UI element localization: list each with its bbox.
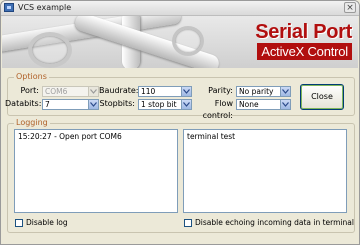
parity-select[interactable]: No parity (236, 86, 291, 97)
banner-logo: Serial Port ActiveX Control (2, 16, 358, 68)
baudrate-select[interactable]: 110 (138, 86, 192, 97)
window-title: VCS example (18, 3, 72, 12)
disable-echo-label: Disable echoing incoming data in termina… (195, 218, 354, 227)
disable-log-checkbox[interactable] (15, 219, 23, 227)
flow-control-value: None (239, 100, 259, 109)
flow-control-select[interactable]: None (236, 99, 291, 110)
databits-label: Databits: (5, 99, 42, 108)
chevron-down-icon (280, 100, 290, 109)
logo-title: Serial Port (255, 21, 352, 43)
stopbits-value: 1 stop bit (141, 100, 177, 109)
chevron-down-icon (181, 87, 191, 96)
port-label: Port: (20, 86, 39, 95)
flow-control-label: Flow control: (202, 99, 233, 120)
parity-value: No parity (239, 87, 274, 96)
port-value: COM6 (45, 87, 68, 96)
disable-log-label: Disable log (26, 218, 68, 227)
chevron-down-icon (280, 87, 290, 96)
chevron-down-icon (88, 87, 98, 96)
disable-echo-checkbox[interactable] (184, 219, 192, 227)
port-select[interactable]: COM6 (42, 86, 99, 97)
window-close-button[interactable]: × (344, 2, 356, 13)
parity-label: Parity: (208, 86, 233, 95)
stopbits-label: Stopbits: (99, 99, 136, 108)
logging-legend: Logging (14, 118, 50, 128)
databits-value: 7 (45, 100, 50, 109)
baudrate-label: Baudrate: (99, 86, 139, 95)
main-window: VCS example × Serial Port ActiveX Contro… (0, 0, 360, 245)
title-bar: VCS example × (1, 1, 359, 16)
stopbits-select[interactable]: 1 stop bit (138, 99, 192, 110)
terminal-textarea[interactable]: terminal test (183, 129, 347, 213)
chevron-down-icon (181, 100, 191, 109)
close-port-button[interactable]: Close (300, 84, 344, 110)
close-icon: × (346, 3, 354, 13)
app-icon (4, 3, 14, 12)
baudrate-value: 110 (141, 87, 156, 96)
options-legend: Options (14, 72, 49, 82)
log-textarea[interactable]: 15:20:27 - Open port COM6 (14, 129, 178, 213)
chevron-down-icon (88, 100, 98, 109)
logo-subtitle: ActiveX Control (257, 43, 352, 60)
databits-select[interactable]: 7 (42, 99, 99, 110)
